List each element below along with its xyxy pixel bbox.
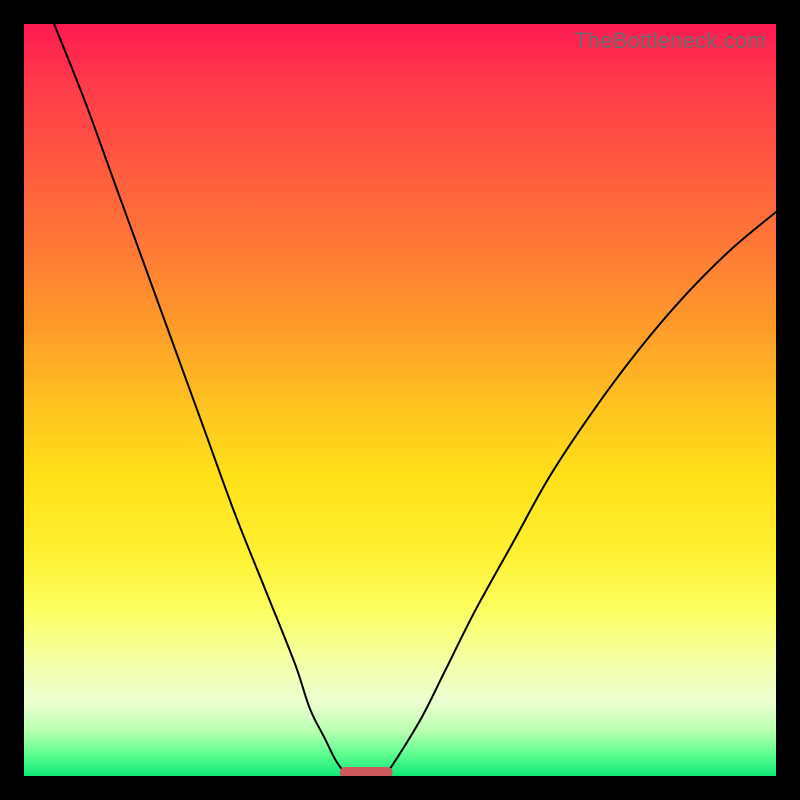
plot-area: TheBottleneck.com <box>24 24 776 776</box>
bottleneck-marker <box>340 767 393 776</box>
left-curve <box>54 24 347 776</box>
chart-frame: TheBottleneck.com <box>0 0 800 800</box>
curves-svg <box>24 24 776 776</box>
right-curve <box>385 212 776 776</box>
